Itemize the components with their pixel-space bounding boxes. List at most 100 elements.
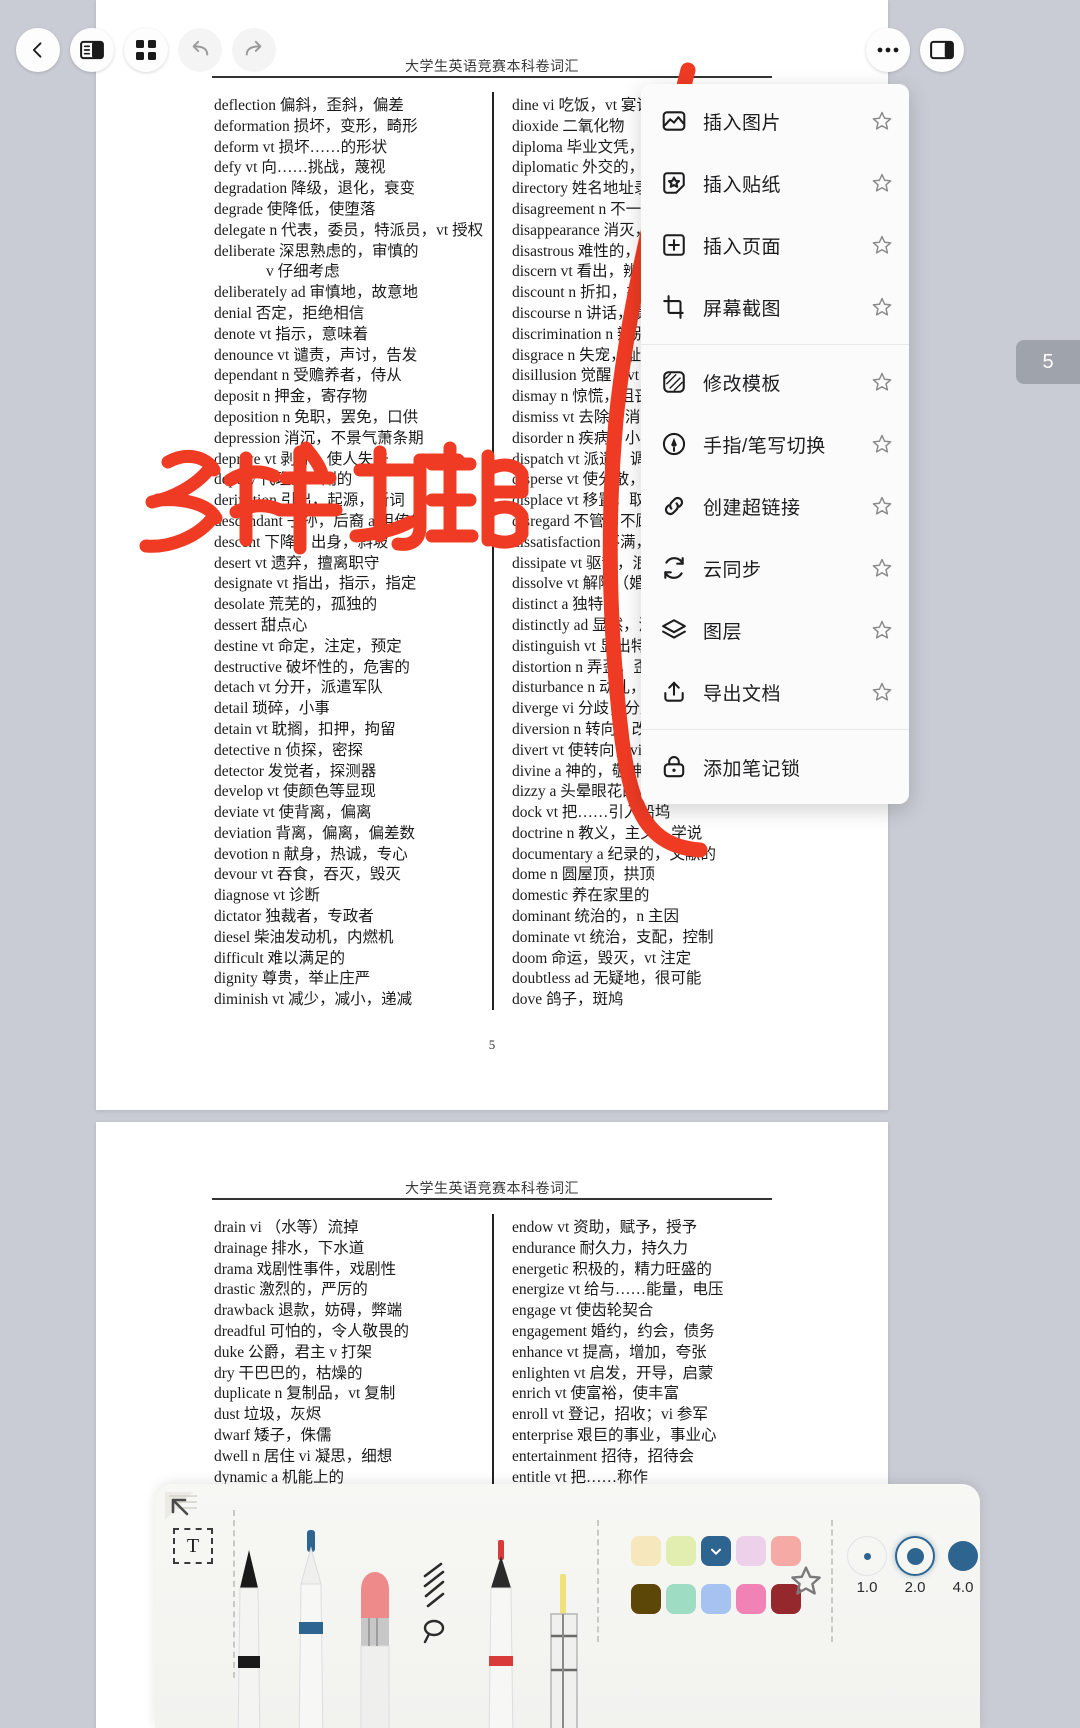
word-entry: designate vt 指出，指示，指定 xyxy=(214,575,417,593)
redo-button[interactable] xyxy=(232,28,276,72)
finger-pen-icon xyxy=(659,431,689,457)
page2-left-column: drain vi （水等）流掉 drainage 排水，下水道 drama 戏剧性事… xyxy=(214,1218,409,1488)
pen-toolbar[interactable]: T 1.0 2.0 4.0 xyxy=(155,1484,980,1728)
page2-header-title: 大学生英语竞赛本科卷词汇 xyxy=(405,1182,579,1197)
tool-fineliner-pen[interactable] xyxy=(227,1544,271,1728)
menu-item-sticker[interactable]: 插入贴纸 xyxy=(641,152,909,214)
image-icon xyxy=(659,108,689,134)
more-options-button[interactable] xyxy=(866,28,910,72)
page-indicator-badge[interactable]: 5 xyxy=(1016,340,1080,384)
menu-item-template[interactable]: 修改模板 xyxy=(641,351,909,413)
menu-item-export[interactable]: 导出文档 xyxy=(641,661,909,723)
favorite-star-icon[interactable] xyxy=(869,296,895,318)
word-entry: detach vt 分开，派遣军队 xyxy=(214,679,383,697)
menu-item-label: 插入页面 xyxy=(703,236,782,258)
stroke-size-dot xyxy=(906,1547,924,1565)
favorite-star-icon[interactable] xyxy=(869,172,895,194)
stroke-size-option[interactable]: 4.0 xyxy=(937,1536,989,1596)
favorite-color-button[interactable] xyxy=(789,1564,823,1598)
menu-item-label: 插入贴纸 xyxy=(703,174,782,196)
back-button[interactable] xyxy=(16,28,60,72)
side-panel-icon xyxy=(930,40,954,60)
menu-item-layers[interactable]: 图层 xyxy=(641,599,909,661)
word-entry: dessert 甜点心 xyxy=(214,616,308,634)
word-entry: drawback 退款，妨碍，弊端 xyxy=(214,1302,403,1320)
favorite-star-icon[interactable] xyxy=(869,371,895,393)
thumbnail-grid-button[interactable] xyxy=(124,28,168,72)
word-entry: diagnose vt 诊断 xyxy=(214,887,320,905)
right-panel-button[interactable] xyxy=(920,28,964,72)
eraser-icon xyxy=(360,1572,390,1728)
collapse-toolbar-button[interactable] xyxy=(163,1490,217,1530)
stroke-size-ring xyxy=(943,1536,983,1576)
color-swatch[interactable] xyxy=(631,1584,661,1614)
word-entry: devour vt 吞食，吞灭，毁灭 xyxy=(214,866,401,884)
word-entry: enlighten vt 启发，开导，启蒙 xyxy=(512,1364,714,1382)
document-canvas[interactable]: 大学生英语竞赛本科卷词汇 deflection 偏斜，歪斜，偏差 deformat… xyxy=(0,0,1080,1728)
menu-item-image[interactable]: 插入图片 xyxy=(641,90,909,152)
tool-eraser[interactable] xyxy=(351,1554,395,1728)
pen-tool-group[interactable] xyxy=(227,1494,578,1728)
word-entry: desolate 荒芜的，孤独的 xyxy=(214,596,378,614)
word-entry: engage vt 使齿轮契合 xyxy=(512,1302,654,1320)
more-options-menu[interactable]: 插入图片插入贴纸插入页面屏幕截图修改模板 手指/笔写切换创建超链接云同步图层导出文… xyxy=(641,84,909,804)
menu-item-label: 图层 xyxy=(703,621,743,643)
text-tool-button[interactable]: T xyxy=(173,1528,213,1564)
favorite-star-icon[interactable] xyxy=(869,557,895,579)
stroke-size-option[interactable]: 2.0 xyxy=(889,1536,941,1596)
word-entry: diesel 柴油发动机，内燃机 xyxy=(214,928,394,946)
tool-ballpoint-pen[interactable] xyxy=(289,1530,333,1728)
color-swatch[interactable] xyxy=(701,1536,731,1566)
color-swatch[interactable] xyxy=(666,1536,696,1566)
word-entry: detail 琐碎，小事 xyxy=(214,700,330,718)
word-entry: denounce vt 谴责，声讨，告发 xyxy=(214,346,418,364)
favorite-star-icon[interactable] xyxy=(869,495,895,517)
sticker-icon xyxy=(659,170,689,196)
word-entry: dove 鸽子，斑鸠 xyxy=(512,991,624,1009)
page2-header-rule xyxy=(212,1198,772,1200)
dual-page-view-button[interactable] xyxy=(70,28,114,72)
stroke-size-option[interactable]: 1.0 xyxy=(841,1536,893,1596)
favorite-star-icon[interactable] xyxy=(869,110,895,132)
favorite-star-icon[interactable] xyxy=(869,234,895,256)
word-entry: deputy 代理人 a 副的 xyxy=(214,471,353,489)
note-app-screen: 大学生英语竞赛本科卷词汇 deflection 偏斜，歪斜，偏差 deformat… xyxy=(0,0,1080,1728)
menu-item-lock[interactable]: 添加笔记锁 xyxy=(641,736,909,798)
word-entry: descent 下降，出身，斜坡 xyxy=(214,533,389,551)
word-entry: deposit n 押金，寄存物 xyxy=(214,388,368,406)
tool-marker-pen[interactable] xyxy=(479,1540,523,1728)
word-entry: deliberate 深思熟虑的，审慎的 xyxy=(214,242,419,260)
word-entry: destine vt 命定，注定，预定 xyxy=(214,637,402,655)
word-entry: duplicate n 复制品，vt 复制 xyxy=(214,1385,396,1403)
word-entry: dome n 圆屋顶，拱顶 xyxy=(512,866,655,884)
color-swatch[interactable] xyxy=(771,1536,801,1566)
favorite-star-icon[interactable] xyxy=(869,681,895,703)
word-entry: dust 垃圾，灰烬 xyxy=(214,1406,322,1424)
menu-item-label: 创建超链接 xyxy=(703,497,801,519)
menu-item-sync[interactable]: 云同步 xyxy=(641,537,909,599)
stroke-size-group[interactable]: 1.0 2.0 4.0 xyxy=(841,1536,978,1626)
color-swatch[interactable] xyxy=(701,1584,731,1614)
menu-item-add-page[interactable]: 插入页面 xyxy=(641,214,909,276)
color-swatch[interactable] xyxy=(736,1584,766,1614)
color-swatch[interactable] xyxy=(736,1536,766,1566)
tool-lasso-select[interactable] xyxy=(415,1554,459,1728)
word-entry: degrade 使降低，使堕落 xyxy=(214,200,376,218)
color-swatch[interactable] xyxy=(666,1584,696,1614)
undo-button[interactable] xyxy=(178,28,222,72)
favorite-star-icon[interactable] xyxy=(869,433,895,455)
template-icon xyxy=(659,369,689,395)
word-entry: dignity 尊贵，举止庄严 xyxy=(214,970,371,988)
word-entry: doctrine n 教义，主义，学说 xyxy=(512,824,703,842)
favorite-star-icon[interactable] xyxy=(869,619,895,641)
menu-item-finger-pen[interactable]: 手指/笔写切换 xyxy=(641,413,909,475)
word-entry: delegate n 代表，委员，特派员，vt 授权 xyxy=(214,221,484,239)
menu-item-screenshot[interactable]: 屏幕截图 xyxy=(641,276,909,338)
menu-group: 添加笔记锁 xyxy=(641,729,909,804)
menu-item-link[interactable]: 创建超链接 xyxy=(641,475,909,537)
tool-highlighter[interactable] xyxy=(541,1574,585,1728)
word-entry: defy vt 向……挑战，蔑视 xyxy=(214,159,386,177)
color-swatch-grid[interactable] xyxy=(631,1536,803,1622)
menu-item-label: 屏幕截图 xyxy=(703,298,782,320)
color-swatch[interactable] xyxy=(631,1536,661,1566)
